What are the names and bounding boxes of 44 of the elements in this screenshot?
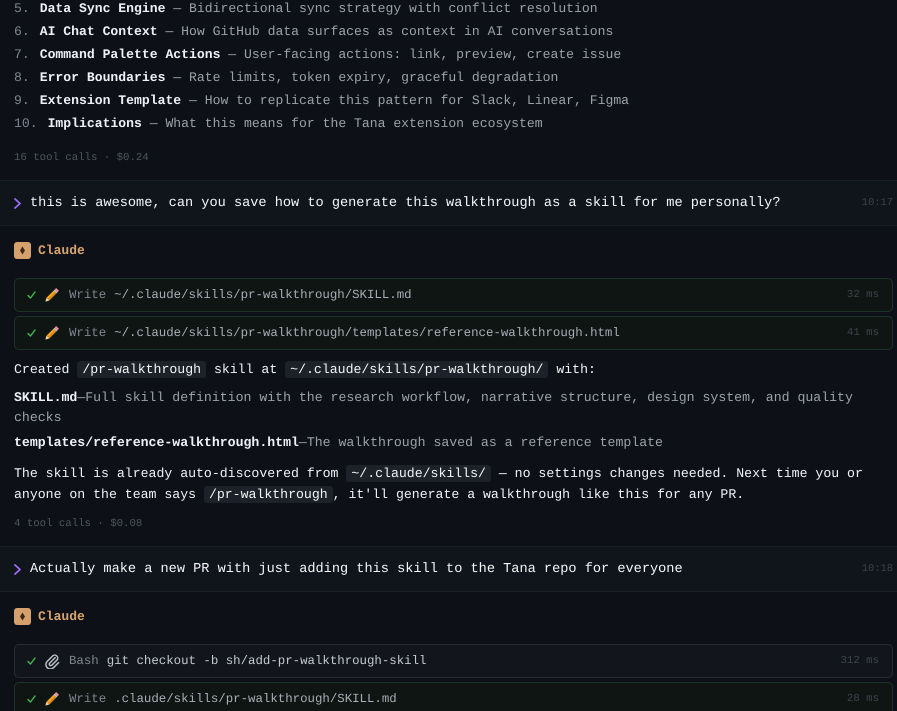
tool-name: Write: [69, 288, 106, 302]
message-paragraph: The skill is already auto-discovered from ~/.claude/skills/ — no settings changes needed. Next time you or anyone on the team says /pr-walkthrough , it'll generate a walkthrough like this for any PR.: [14, 464, 864, 505]
tool-name: Write: [69, 692, 106, 706]
tool-call-row[interactable]: Write ~/.claude/skills/pr-walkthrough/templates/reference-walkthrough.html 41 ms: [14, 316, 893, 350]
user-message-text: Actually make a new PR with just adding this skill to the Tana repo for everyone: [30, 562, 683, 576]
pencil-icon: [44, 691, 60, 707]
prompt-chevron-icon: [14, 198, 21, 208]
tool-name: Write: [69, 326, 106, 340]
user-message-text: this is awesome, can you save how to generate this walkthrough as a skill for me personally?: [30, 196, 780, 210]
list-number: 10.: [14, 116, 38, 131]
tool-call-row[interactable]: Write .claude/skills/pr-walkthrough/SKILL.md 28 ms: [14, 682, 893, 711]
diamond-badge-icon: [14, 242, 31, 258]
file-path: .claude/skills/pr-walkthrough/SKILL.md: [114, 692, 397, 706]
usage-summary: 16 tool calls · $0.24: [14, 151, 149, 166]
tool-call-row[interactable]: Write ~/.claude/skills/pr-walkthrough/SKILL.md 32 ms: [14, 278, 893, 312]
tool-name: Bash: [69, 654, 99, 668]
duration-label: 32 ms: [846, 289, 879, 301]
assistant-name: Claude: [38, 608, 85, 624]
list-item-text: Extension Template — How to replicate this pattern for Slack, Linear, Figma: [40, 93, 630, 108]
list-number: 5.: [14, 1, 30, 16]
list-number: 6.: [14, 24, 30, 39]
pencil-icon: [44, 287, 60, 303]
definition-line: SKILL.md—Full skill definition with the research workflow, narrative structure, design system, and quality checks: [14, 389, 854, 427]
duration-label: 41 ms: [846, 327, 879, 339]
list-item-text: Error Boundaries — Rate limits, token expiry, graceful degradation: [40, 70, 558, 85]
list-item-text: Implications — What this means for the Tana extension ecosystem: [48, 116, 543, 131]
diamond-badge-icon: [14, 608, 31, 624]
pencil-icon: [44, 325, 60, 341]
list-number: 8.: [14, 70, 30, 85]
list-number: 9.: [14, 93, 30, 108]
list-item-text: Command Palette Actions — User-facing actions: link, preview, create issue: [40, 47, 622, 62]
assistant-name: Claude: [38, 242, 85, 258]
definition-line: templates/reference-walkthrough.html—The walkthrough saved as a reference template: [14, 434, 664, 452]
duration-label: 28 ms: [846, 693, 879, 705]
file-path: ~/.claude/skills/pr-walkthrough/templates/reference-walkthrough.html: [114, 326, 620, 340]
list-item-text: Data Sync Engine — Bidirectional sync strategy with conflict resolution: [40, 1, 598, 16]
file-path: ~/.claude/skills/pr-walkthrough/SKILL.md: [114, 288, 412, 302]
list-item-text: AI Chat Context — How GitHub data surfaces as context in AI conversations: [40, 24, 614, 39]
prompt-chevron-icon: [14, 564, 21, 574]
message-paragraph: Created /pr-walkthrough skill at ~/.claude/skills/pr-walkthrough/ with:: [14, 360, 597, 380]
usage-summary: 4 tool calls · $0.08: [14, 517, 142, 532]
command-text: git checkout -b sh/add-pr-walkthrough-skill: [106, 654, 426, 668]
paperclip-icon: [44, 653, 60, 669]
list-number: 7.: [14, 47, 30, 62]
